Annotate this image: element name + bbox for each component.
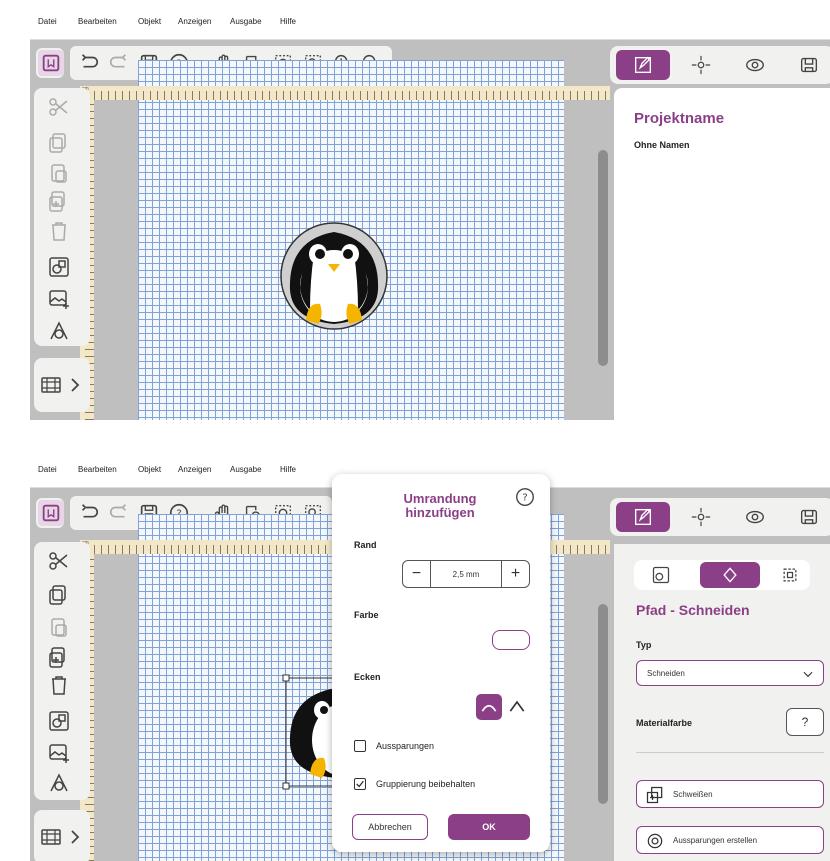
properties-panel: Projektname Ohne Namen [614, 88, 830, 420]
increment-button[interactable]: + [501, 561, 529, 587]
round-corner-icon [481, 704, 497, 712]
duplicate-icon[interactable] [46, 188, 72, 214]
text-shape-icon[interactable] [46, 318, 72, 344]
menu-objekt[interactable]: Objekt [138, 17, 161, 26]
dialog-title: Umrandung hinzufügen [372, 492, 508, 520]
keep-grouping-checkbox[interactable] [354, 778, 366, 790]
delete-icon-2[interactable] [46, 672, 72, 698]
tab-edit[interactable] [616, 50, 670, 80]
cutouts-label: Aussparungen [376, 741, 435, 751]
menu-bearbeiten-2[interactable]: Bearbeiten [78, 465, 117, 474]
undo-icon[interactable] [76, 50, 102, 76]
redo-icon[interactable] [106, 50, 132, 76]
svg-text:?: ? [522, 493, 527, 504]
dialog-help-icon[interactable]: ? [514, 486, 536, 508]
menu-hilfe-2[interactable]: Hilfe [280, 465, 296, 474]
panel-icon[interactable] [38, 50, 64, 76]
add-outline-dialog: Umrandung hinzufügen ? Rand − 2,5 mm + F… [332, 474, 550, 852]
paste-icon[interactable] [46, 160, 72, 186]
tab-arrange[interactable] [674, 50, 728, 80]
properties-panel-2: Pfad - Schneiden Typ Schneiden Materialf… [614, 544, 830, 861]
menu-datei-2[interactable]: Datei [38, 465, 57, 474]
image-add-icon-2[interactable] [46, 740, 72, 766]
scissors-icon-2[interactable] [46, 548, 72, 574]
menu-datei[interactable]: Datei [38, 17, 57, 26]
film-icon[interactable] [38, 372, 64, 398]
corner-round-button[interactable] [476, 694, 502, 720]
top-window: Datei Bearbeiten Objekt Anzeigen Ausgabe… [30, 0, 830, 420]
decrement-button[interactable]: − [403, 561, 431, 587]
material-color-button[interactable]: ? [786, 708, 824, 736]
cutout-icon [647, 833, 663, 849]
menu-hilfe[interactable]: Hilfe [280, 17, 296, 26]
shapes-icon-2[interactable] [46, 708, 72, 734]
penguin-image[interactable] [280, 220, 390, 332]
dialog-title-line1: Umrandung [403, 491, 477, 506]
corner-sharp-button[interactable] [504, 694, 530, 720]
subtab-transform[interactable] [770, 562, 810, 588]
delete-icon[interactable] [46, 218, 72, 244]
weld-button[interactable]: Schweißen [636, 780, 824, 808]
sharp-corner-icon [509, 700, 525, 712]
weld-icon [646, 786, 663, 804]
cutout-button[interactable]: Aussparungen erstellen [636, 826, 824, 854]
undo-icon-2[interactable] [76, 500, 102, 526]
corners-label: Ecken [354, 672, 381, 682]
dialog-title-line2: hinzufügen [405, 505, 475, 520]
border-label: Rand [354, 540, 377, 550]
subtab-path[interactable] [700, 562, 760, 588]
image-add-icon[interactable] [46, 286, 72, 312]
text-shape-icon-2[interactable] [46, 770, 72, 796]
color-swatch[interactable] [492, 630, 530, 650]
chevron-right-icon[interactable] [62, 372, 88, 398]
tab-machine-2[interactable] [782, 502, 830, 532]
shapes-icon[interactable] [46, 254, 72, 280]
ruler-horizontal-overlay [94, 86, 610, 100]
type-dropdown-value: Schneiden [647, 668, 685, 678]
border-stepper: − 2,5 mm + [402, 560, 530, 588]
film-icon-2[interactable] [38, 824, 64, 850]
material-color-label: Materialfarbe [636, 718, 693, 728]
chevron-down-icon [803, 671, 813, 678]
border-value[interactable]: 2,5 mm [431, 561, 501, 587]
weld-button-label: Schweißen [673, 789, 713, 799]
copy-icon[interactable] [46, 130, 72, 156]
cutouts-checkbox[interactable] [354, 740, 366, 752]
cutout-button-label: Aussparungen erstellen [673, 835, 758, 845]
type-label: Typ [636, 640, 652, 650]
cancel-button[interactable]: Abbrechen [352, 814, 428, 840]
divider [636, 752, 824, 753]
vertical-scrollbar-2[interactable] [598, 604, 608, 804]
copy-icon-2[interactable] [46, 582, 72, 608]
tab-view[interactable] [728, 50, 782, 80]
type-dropdown[interactable]: Schneiden [636, 660, 824, 686]
path-cut-title: Pfad - Schneiden [636, 602, 750, 618]
tab-machine[interactable] [782, 50, 830, 80]
menu-ausgabe[interactable]: Ausgabe [230, 17, 262, 26]
subtab-shape[interactable] [636, 562, 686, 588]
keep-grouping-label: Gruppierung beibehalten [376, 779, 476, 789]
menu-bearbeiten[interactable]: Bearbeiten [78, 17, 117, 26]
menu-bar: Datei Bearbeiten Objekt Anzeigen Ausgabe… [30, 0, 830, 40]
color-label: Farbe [354, 610, 379, 620]
menu-anzeigen[interactable]: Anzeigen [178, 17, 211, 26]
panel-icon-2[interactable] [38, 500, 64, 526]
tab-view-2[interactable] [728, 502, 782, 532]
menu-objekt-2[interactable]: Objekt [138, 465, 161, 474]
project-name-title: Projektname [634, 110, 725, 127]
chevron-right-icon-2[interactable] [62, 824, 88, 850]
paste-icon-2[interactable] [46, 614, 72, 640]
duplicate-icon-2[interactable] [46, 644, 72, 670]
ok-button[interactable]: OK [448, 814, 530, 840]
project-name-value[interactable]: Ohne Namen [634, 140, 690, 150]
scissors-icon[interactable] [46, 94, 72, 120]
checkmark-icon [356, 780, 364, 788]
tab-edit-2[interactable] [616, 502, 670, 532]
vertical-scrollbar[interactable] [598, 150, 608, 366]
tab-arrange-2[interactable] [674, 502, 728, 532]
redo-icon-2[interactable] [106, 500, 132, 526]
menu-anzeigen-2[interactable]: Anzeigen [178, 465, 211, 474]
menu-ausgabe-2[interactable]: Ausgabe [230, 465, 262, 474]
